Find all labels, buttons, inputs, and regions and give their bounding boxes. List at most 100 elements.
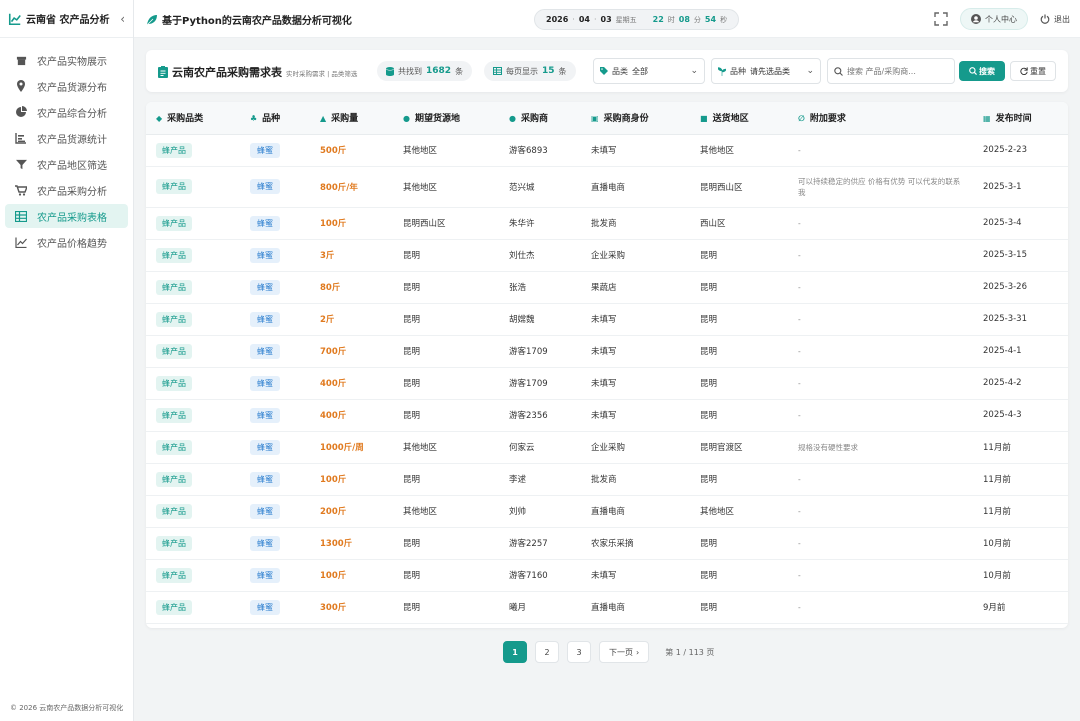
cell-buyer: 游客1709 — [509, 347, 548, 357]
table-subtitle: 实时采购需求 | 品类筛选 — [286, 70, 358, 78]
category-select[interactable]: 品类 全部 ⌄ — [593, 58, 705, 84]
cell-variety: 蜂蜜 — [240, 134, 310, 166]
app-title-text: 基于Python的云南农产品数据分析可视化 — [162, 16, 352, 27]
cell-requirements: - — [798, 602, 801, 612]
table-row[interactable]: 蜂产品 蜂蜜 1300斤 昆明 游客2257 农家乐采摘 昆明 - 10月前 — [146, 527, 1068, 559]
table-row[interactable]: 蜂产品 蜂蜜 100斤 昆明 游客7160 未填写 昆明 - 10月前 — [146, 559, 1068, 591]
category-value: 全部 — [632, 66, 648, 76]
table-row[interactable]: 蜂产品 蜂蜜 500斤 其他地区 游客6893 未填写 其他地区 - 2025-2-23 — [146, 134, 1068, 166]
cell-buyer-type: 企业采购 — [591, 251, 626, 261]
reset-button[interactable]: 重置 — [1010, 61, 1056, 81]
trend-chart-icon — [8, 13, 21, 25]
cell-requirements: - — [798, 378, 801, 388]
page-button-3[interactable]: 3 — [567, 641, 591, 663]
cell-publish-time: 10月前 — [983, 539, 1011, 549]
cell-variety: 蜂蜜 — [240, 239, 310, 271]
seedling-icon — [718, 66, 726, 76]
table-row[interactable]: 蜂产品 蜂蜜 400斤 昆明 游客2356 未填写 昆明 - 2025-4-3 — [146, 399, 1068, 431]
cell-variety: 蜂蜜 — [240, 271, 310, 303]
col-header-category[interactable]: ◆ 采购品类 — [146, 102, 240, 135]
cell-quantity: 80斤 — [320, 283, 341, 293]
cell-source: 昆明 — [403, 283, 421, 293]
category-tag: 蜂产品 — [156, 567, 192, 583]
cart-icon — [15, 184, 27, 196]
category-tag: 蜂产品 — [156, 535, 192, 551]
search-button[interactable]: 搜索 — [959, 61, 1005, 81]
page-info: 第 1 / 113 页 — [665, 647, 715, 657]
cell-buyer-type: 企业采购 — [591, 443, 626, 453]
cell-requirements: - — [798, 218, 801, 228]
table-row[interactable]: 蜂产品 蜂蜜 300斤 昆明 曦月 直播电商 昆明 - 9月前 — [146, 591, 1068, 623]
page-button-1[interactable]: 1 — [503, 641, 527, 663]
next-page-button[interactable]: 下一页 › — [599, 641, 650, 663]
sidebar-item-source-distribution[interactable]: 农产品货源分布 — [5, 74, 128, 98]
table-row[interactable]: 蜂产品 蜂蜜 3斤 昆明 刘仕杰 企业采购 昆明 - 2025-3-15 — [146, 239, 1068, 271]
next-page-label: 下一页 — [609, 647, 633, 657]
cell-source: 昆明 — [403, 475, 421, 485]
category-tag: 蜂产品 — [156, 247, 192, 263]
sidebar-item-source-stats[interactable]: 农产品货源统计 — [5, 126, 128, 150]
table-row[interactable]: 蜂产品 蜂蜜 100斤 昆明西山区 朱华许 批发商 西山区 - 2025-3-4 — [146, 207, 1068, 239]
col-header-requirements[interactable]: ∅ 附加要求 — [788, 102, 973, 135]
category-tag: 蜂产品 — [156, 279, 192, 295]
table-row[interactable]: 蜂产品 蜂蜜 200斤 其他地区 刘帅 直播电商 其他地区 - 11月前 — [146, 495, 1068, 527]
variety-tag: 蜂蜜 — [250, 279, 280, 295]
col-header-buyer-type[interactable]: ▣ 采购商身份 — [581, 102, 690, 135]
cell-delivery: 昆明 — [700, 379, 718, 389]
clock-minute-unit: 分 — [693, 15, 701, 24]
cell-buyer: 胡嫦魏 — [509, 315, 535, 325]
table-row[interactable]: 蜂产品 蜂蜜 700斤 昆明 游客1709 未填写 昆明 - 2025-4-1 — [146, 335, 1068, 367]
cell-delivery: 昆明 — [700, 475, 718, 485]
per-page-label: 每页显示 — [506, 66, 538, 76]
power-icon — [1040, 14, 1050, 24]
sidebar-item-price-trend[interactable]: 农产品价格趋势 — [5, 230, 128, 254]
page-button-2[interactable]: 2 — [535, 641, 559, 663]
cell-variety: 蜂蜜 — [240, 335, 310, 367]
col-header-variety[interactable]: ♣ 品种 — [240, 102, 310, 135]
filter-bar: 云南农产品采购需求表 实时采购需求 | 品类筛选 共找到 1682 条 每页显示… — [146, 50, 1068, 92]
logout-button[interactable]: 退出 — [1040, 14, 1070, 25]
cell-category: 蜂产品 — [146, 134, 240, 166]
col-header-quantity[interactable]: ▲ 采购量 — [310, 102, 393, 135]
cell-variety: 蜂蜜 — [240, 527, 310, 559]
user-center-button[interactable]: 个人中心 — [960, 8, 1028, 30]
cell-delivery: 昆明 — [700, 539, 718, 549]
sidebar-item-purchase-table[interactable]: 农产品采购表格 — [5, 204, 128, 228]
col-header-publish-time[interactable]: ▦ 发布时间 — [973, 102, 1068, 135]
table-row[interactable]: 蜂产品 蜂蜜 800斤/年 其他地区 范兴城 直播电商 昆明西山区 可以持续稳定的供应 价格有… — [146, 166, 1068, 207]
table-row[interactable]: 蜂产品 蜂蜜 1000斤/周 其他地区 何家云 企业采购 昆明官渡区 规格没有硬性要求 11月前 — [146, 431, 1068, 463]
table-row[interactable]: 蜂产品 蜂蜜 100斤 昆明 李逑 批发商 昆明 - 11月前 — [146, 463, 1068, 495]
cell-category: 蜂产品 — [146, 166, 240, 207]
sidebar-item-purchase-analysis[interactable]: 农产品采购分析 — [5, 178, 128, 202]
cell-publish-time: 2025-3-4 — [983, 218, 1022, 228]
tag-icon: ◆ — [156, 114, 163, 124]
table-row[interactable]: 蜂产品 蜂蜜 2斤 昆明 胡嫦魏 未填写 昆明 - 2025-3-31 — [146, 303, 1068, 335]
col-header-buyer[interactable]: ● 采购商 — [499, 102, 581, 135]
chevron-left-icon[interactable]: ‹ — [120, 12, 125, 26]
cell-quantity: 300斤 — [320, 603, 347, 613]
col-header-source[interactable]: ● 期望货源地 — [393, 102, 499, 135]
cell-quantity: 2斤 — [320, 315, 335, 325]
variety-select[interactable]: 品种 请先选品类 ⌄ — [711, 58, 821, 84]
cell-quantity: 100斤 — [320, 571, 347, 581]
cell-quantity: 3斤 — [320, 251, 335, 261]
fullscreen-icon[interactable] — [934, 12, 948, 26]
found-unit: 条 — [455, 66, 464, 76]
clock-hour: 22 — [652, 15, 664, 24]
sidebar-item-comprehensive[interactable]: 农产品综合分析 — [5, 100, 128, 124]
cell-buyer-type: 未填写 — [591, 146, 617, 156]
variety-tag: 蜂蜜 — [250, 215, 280, 231]
search-input[interactable] — [847, 66, 947, 76]
sidebar-item-product-display[interactable]: 农产品实物展示 — [5, 48, 128, 72]
col-header-delivery[interactable]: ■ 送货地区 — [690, 102, 788, 135]
cell-publish-time: 2025-3-15 — [983, 250, 1027, 260]
sidebar-item-region-filter[interactable]: 农产品地区筛选 — [5, 152, 128, 176]
variety-tag: 蜂蜜 — [250, 247, 280, 263]
map-pin-icon: ● — [403, 114, 410, 124]
category-tag: 蜂产品 — [156, 407, 192, 423]
table-row[interactable]: 蜂产品 蜂蜜 400斤 昆明 游客1709 未填写 昆明 - 2025-4-2 — [146, 367, 1068, 399]
table-icon — [15, 210, 27, 222]
cell-source: 昆明 — [403, 603, 421, 613]
table-row[interactable]: 蜂产品 蜂蜜 80斤 昆明 张浩 果蔬店 昆明 - 2025-3-26 — [146, 271, 1068, 303]
cell-buyer: 李逑 — [509, 475, 527, 485]
